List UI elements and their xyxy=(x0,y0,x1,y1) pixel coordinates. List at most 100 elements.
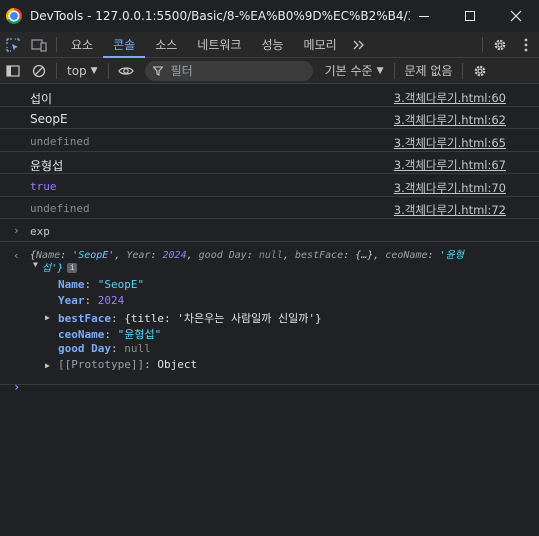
object-preview[interactable]: {Name: 'SeopE', Year: 2024, good Day: nu… xyxy=(30,249,500,275)
issues-button[interactable]: 문제 없음 xyxy=(399,62,459,79)
toolbar-divider xyxy=(482,37,483,52)
log-row: undefined 3.객체다루기.html:65 xyxy=(0,130,539,152)
caret-down-icon: ▼ xyxy=(90,65,98,76)
property-row[interactable]: [[Prototype]]: Object xyxy=(58,358,197,371)
maximize-button[interactable] xyxy=(447,0,493,32)
log-source-link[interactable]: 3.객체다루기.html:65 xyxy=(394,135,506,151)
tab-network[interactable]: 네트워크 xyxy=(187,32,251,57)
minimize-icon xyxy=(419,15,429,17)
gear-icon xyxy=(494,39,506,50)
sidebar-icon xyxy=(6,64,20,77)
devtools-tabbar: 요소 콘솔 소스 네트워크 성능 메모리 xyxy=(0,32,539,58)
toolbar-divider xyxy=(462,62,464,79)
console-output: 섭이 3.객체다루기.html:60 SeopE 3.객체다루기.html:62… xyxy=(0,85,539,536)
log-levels-label: 기본 수준 xyxy=(324,64,373,78)
input-row: › exp xyxy=(0,220,539,242)
property-key: [[Prototype]] xyxy=(58,358,145,371)
property-key: ceoName xyxy=(58,328,105,341)
preview-key: bestFace xyxy=(295,250,344,261)
log-source-link[interactable]: 3.객체다루기.html:60 xyxy=(394,90,506,106)
property-row: Name: "SeopE" xyxy=(58,278,145,291)
property-value: null xyxy=(124,342,151,355)
preview-value-cont: 섭'} xyxy=(42,263,64,274)
chevron-double-right-icon xyxy=(353,40,364,49)
close-button[interactable] xyxy=(493,0,539,32)
log-row: 윤형섭 3.객체다루기.html:67 xyxy=(0,152,539,174)
minimize-button[interactable] xyxy=(401,0,447,32)
more-options-button[interactable] xyxy=(513,32,539,57)
log-message: SeopE xyxy=(30,112,68,126)
preview-key: ceoName xyxy=(385,250,428,261)
expand-triangle-icon[interactable]: ▶ xyxy=(45,361,50,370)
device-icon xyxy=(31,38,47,52)
tab-performance[interactable]: 성능 xyxy=(251,32,293,57)
preview-value: null xyxy=(258,250,283,261)
tab-memory[interactable]: 메모리 xyxy=(294,32,347,57)
kebab-menu-icon xyxy=(524,38,528,51)
settings-button[interactable] xyxy=(487,32,513,57)
property-value: "SeopE" xyxy=(97,278,145,291)
log-source-link[interactable]: 3.객체다루기.html:72 xyxy=(394,202,506,218)
device-toolbar-button[interactable] xyxy=(26,32,52,57)
property-key: Year xyxy=(58,294,85,307)
filter-input[interactable]: 필터 xyxy=(144,60,313,81)
toolbar-divider xyxy=(56,62,57,79)
window-titlebar: DevTools - 127.0.0.1:5500/Basic/8-%EA%B0… xyxy=(0,0,539,32)
result-chevron-icon: ‹ xyxy=(13,249,20,262)
inspect-element-button[interactable] xyxy=(0,32,26,57)
log-row: 섭이 3.객체다루기.html:60 xyxy=(0,85,539,107)
property-row[interactable]: bestFace: {title: '차은우는 사람일까 신일까'} xyxy=(58,310,322,326)
preview-key: Year xyxy=(126,250,151,261)
window-title: DevTools - 127.0.0.1:5500/Basic/8-%EA%B0… xyxy=(30,9,410,23)
toolbar-divider xyxy=(393,62,395,79)
property-key: Name xyxy=(58,278,85,291)
log-message: true xyxy=(30,180,57,193)
more-tabs-button[interactable] xyxy=(347,32,371,57)
live-expression-button[interactable] xyxy=(113,58,139,84)
context-selector[interactable]: top ▼ xyxy=(61,64,104,78)
property-row: good Day: null xyxy=(58,342,151,355)
filter-placeholder: 필터 xyxy=(170,64,193,78)
toggle-sidebar-button[interactable] xyxy=(0,58,26,84)
tab-sources[interactable]: 소스 xyxy=(145,32,187,57)
log-levels-dropdown[interactable]: 기본 수준 ▼ xyxy=(319,62,390,79)
console-settings-button[interactable] xyxy=(467,58,493,84)
clear-console-button[interactable] xyxy=(26,58,52,84)
log-source-link[interactable]: 3.객체다루기.html:62 xyxy=(394,112,506,128)
log-source-link[interactable]: 3.객체다루기.html:70 xyxy=(394,180,506,196)
property-key: bestFace xyxy=(58,312,111,325)
context-label: top xyxy=(67,63,87,78)
property-row: ceoName: "윤형섭" xyxy=(58,328,162,341)
preview-value: {…} xyxy=(355,250,374,261)
preview-key: good Day xyxy=(198,250,247,261)
log-source-link[interactable]: 3.객체다루기.html:67 xyxy=(394,157,506,173)
info-icon[interactable]: i xyxy=(67,263,78,273)
log-row: SeopE 3.객체다루기.html:62 xyxy=(0,107,539,129)
toolbar-divider xyxy=(56,37,57,52)
caret-down-icon: ▼ xyxy=(376,65,384,76)
inspect-icon xyxy=(6,37,20,52)
result-entry: ‹ ▼ {Name: 'SeopE', Year: 2024, good Day… xyxy=(0,245,539,385)
toolbar-divider xyxy=(107,62,109,79)
tab-console[interactable]: 콘솔 xyxy=(103,32,146,58)
expand-triangle-icon[interactable]: ▶ xyxy=(45,313,50,322)
gear-icon xyxy=(475,65,486,76)
console-prompt-icon[interactable]: › xyxy=(13,380,20,394)
log-row: true 3.객체다루기.html:70 xyxy=(0,175,539,197)
log-message: 섭이 xyxy=(30,92,53,106)
preview-value: '윤형 xyxy=(439,250,464,261)
preview-value: 2024 xyxy=(162,250,187,261)
chrome-logo-icon xyxy=(6,8,22,24)
property-key: good Day xyxy=(58,342,111,355)
console-toolbar: top ▼ 필터 기본 수준 ▼ 문제 없음 xyxy=(0,58,539,84)
log-message: 윤형섭 xyxy=(30,159,64,173)
maximize-icon xyxy=(465,11,475,21)
tab-elements[interactable]: 요소 xyxy=(61,32,103,57)
filter-icon xyxy=(152,65,163,76)
property-value: "윤형섭" xyxy=(117,328,162,341)
issues-label: 문제 없음 xyxy=(404,64,453,78)
property-value: 2024 xyxy=(97,294,125,307)
property-row: Year: 2024 xyxy=(58,294,125,307)
input-expression: exp xyxy=(30,225,50,238)
eye-icon xyxy=(117,66,134,75)
